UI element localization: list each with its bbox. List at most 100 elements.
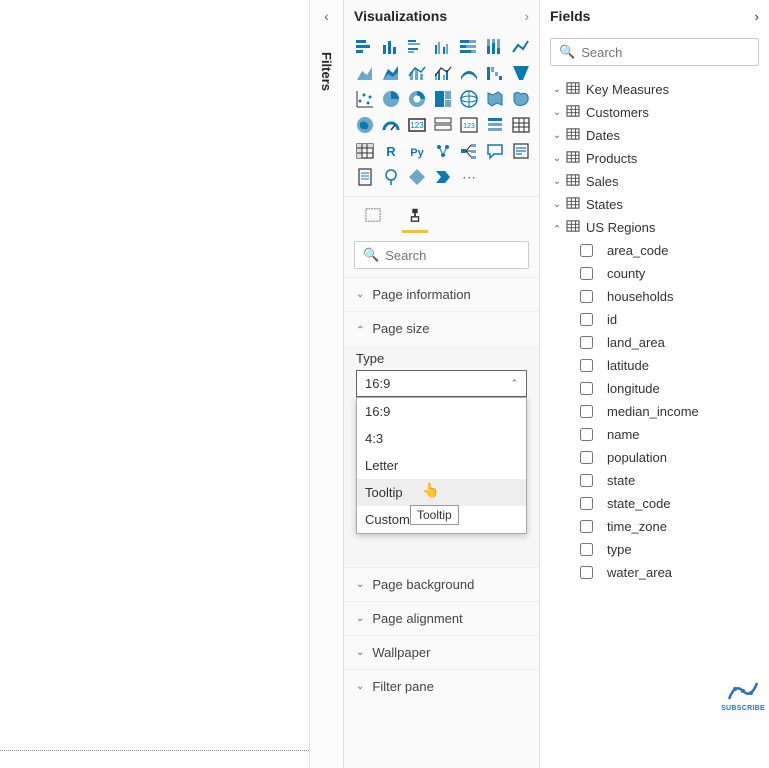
field-latitude[interactable]: latitude: [578, 354, 763, 377]
r-script-visual-icon[interactable]: R: [380, 140, 402, 162]
paginated-report-icon[interactable]: [354, 166, 376, 188]
fields-collapse-chevron[interactable]: ›: [755, 9, 759, 24]
table-dates[interactable]: ⌄Dates: [546, 124, 763, 147]
format-search[interactable]: 🔍: [354, 241, 529, 269]
field-checkbox[interactable]: [580, 451, 593, 464]
field-time-zone[interactable]: time_zone: [578, 515, 763, 538]
type-dropdown[interactable]: 16:9 ⌃ 16:9 4:3 Letter Tooltip Custom 👆 …: [356, 370, 527, 397]
azure-map-icon[interactable]: [354, 114, 376, 136]
slicer-icon[interactable]: [484, 114, 506, 136]
table-us-regions[interactable]: ⌄US Regions: [546, 216, 763, 239]
fields-search-input[interactable]: [581, 45, 757, 60]
stacked-column-chart-icon[interactable]: [380, 36, 402, 58]
field-checkbox[interactable]: [580, 520, 593, 533]
table-key-measures[interactable]: ⌄Key Measures: [546, 78, 763, 101]
shape-map-icon[interactable]: [510, 88, 532, 110]
smart-narrative-icon[interactable]: [510, 140, 532, 162]
gauge-icon[interactable]: [380, 114, 402, 136]
section-header-page-information[interactable]: ⌄ Page information: [344, 278, 539, 311]
map-icon[interactable]: [458, 88, 480, 110]
field-state[interactable]: state: [578, 469, 763, 492]
waterfall-chart-icon[interactable]: [484, 62, 506, 84]
table-products[interactable]: ⌄Products: [546, 147, 763, 170]
field-id[interactable]: id: [578, 308, 763, 331]
stacked-bar-chart-icon[interactable]: [354, 36, 376, 58]
format-search-input[interactable]: [385, 248, 561, 263]
pie-chart-icon[interactable]: [380, 88, 402, 110]
field-name[interactable]: name: [578, 423, 763, 446]
qa-visual-icon[interactable]: [484, 140, 506, 162]
table-states[interactable]: ⌄States: [546, 193, 763, 216]
table-icon[interactable]: [510, 114, 532, 136]
field-type[interactable]: type: [578, 538, 763, 561]
kpi-icon[interactable]: 123: [458, 114, 480, 136]
field-households[interactable]: households: [578, 285, 763, 308]
field-checkbox[interactable]: [580, 290, 593, 303]
filters-expand-chevron[interactable]: ‹: [324, 8, 329, 24]
field-water-area[interactable]: water_area: [578, 561, 763, 584]
field-checkbox[interactable]: [580, 359, 593, 372]
field-population[interactable]: population: [578, 446, 763, 469]
python-visual-icon[interactable]: Py: [406, 140, 428, 162]
section-header-filter-pane[interactable]: ⌄ Filter pane: [344, 670, 539, 703]
fields-tab[interactable]: [360, 201, 386, 233]
field-checkbox[interactable]: [580, 313, 593, 326]
line-stacked-column-chart-icon[interactable]: [406, 62, 428, 84]
field-state-code[interactable]: state_code: [578, 492, 763, 515]
dropdown-option-letter[interactable]: Letter: [357, 452, 526, 479]
filled-map-icon[interactable]: [484, 88, 506, 110]
field-area-code[interactable]: area_code: [578, 239, 763, 262]
clustered-bar-chart-icon[interactable]: [406, 36, 428, 58]
clustered-column-chart-icon[interactable]: [432, 36, 454, 58]
section-header-wallpaper[interactable]: ⌄ Wallpaper: [344, 636, 539, 669]
report-canvas[interactable]: [0, 0, 309, 768]
card-icon[interactable]: 123: [406, 114, 428, 136]
key-influencers-icon[interactable]: [432, 140, 454, 162]
multi-row-card-icon[interactable]: [432, 114, 454, 136]
field-checkbox[interactable]: [580, 474, 593, 487]
scatter-chart-icon[interactable]: [354, 88, 376, 110]
filters-label[interactable]: Filters: [319, 52, 334, 91]
field-checkbox[interactable]: [580, 543, 593, 556]
format-tab[interactable]: [402, 201, 428, 233]
fields-search[interactable]: 🔍: [550, 38, 759, 66]
section-header-page-size[interactable]: ⌄ Page size: [344, 312, 539, 345]
field-county[interactable]: county: [578, 262, 763, 285]
hundred-stacked-column-chart-icon[interactable]: [484, 36, 506, 58]
matrix-icon[interactable]: [354, 140, 376, 162]
field-checkbox[interactable]: [580, 497, 593, 510]
field-checkbox[interactable]: [580, 336, 593, 349]
hundred-stacked-bar-chart-icon[interactable]: [458, 36, 480, 58]
visualizations-collapse-chevron[interactable]: ›: [524, 8, 529, 24]
field-longitude[interactable]: longitude: [578, 377, 763, 400]
decomposition-tree-icon[interactable]: [458, 140, 480, 162]
area-chart-icon[interactable]: [354, 62, 376, 84]
treemap-icon[interactable]: [432, 88, 454, 110]
dropdown-option-tooltip[interactable]: Tooltip: [357, 479, 526, 506]
section-header-page-alignment[interactable]: ⌄ Page alignment: [344, 602, 539, 635]
power-apps-icon[interactable]: [406, 166, 428, 188]
stacked-area-chart-icon[interactable]: [380, 62, 402, 84]
line-clustered-column-chart-icon[interactable]: [432, 62, 454, 84]
ribbon-chart-icon[interactable]: [458, 62, 480, 84]
field-median-income[interactable]: median_income: [578, 400, 763, 423]
power-automate-icon[interactable]: [432, 166, 454, 188]
section-header-page-background[interactable]: ⌄ Page background: [344, 568, 539, 601]
type-dropdown-button[interactable]: 16:9 ⌃: [356, 370, 527, 397]
field-checkbox[interactable]: [580, 244, 593, 257]
table-sales[interactable]: ⌄Sales: [546, 170, 763, 193]
donut-chart-icon[interactable]: [406, 88, 428, 110]
field-checkbox[interactable]: [580, 267, 593, 280]
line-chart-icon[interactable]: [510, 36, 532, 58]
dropdown-option-4-3[interactable]: 4:3: [357, 425, 526, 452]
field-land-area[interactable]: land_area: [578, 331, 763, 354]
field-checkbox[interactable]: [580, 566, 593, 579]
dropdown-option-16-9[interactable]: 16:9: [357, 398, 526, 425]
table-customers[interactable]: ⌄Customers: [546, 101, 763, 124]
get-more-visuals-icon[interactable]: ⋯: [458, 166, 480, 188]
funnel-chart-icon[interactable]: [510, 62, 532, 84]
arcgis-map-icon[interactable]: [380, 166, 402, 188]
field-checkbox[interactable]: [580, 428, 593, 441]
field-checkbox[interactable]: [580, 382, 593, 395]
field-checkbox[interactable]: [580, 405, 593, 418]
